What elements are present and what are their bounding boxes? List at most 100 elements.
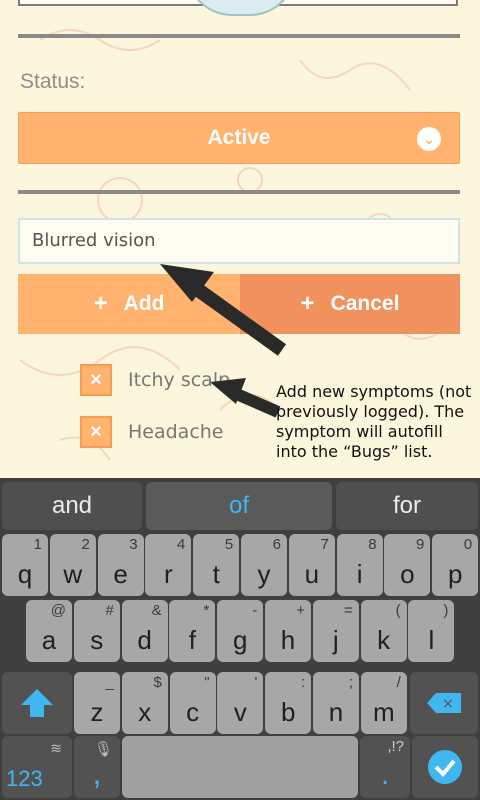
key-w[interactable]: 2w: [49, 534, 96, 596]
key-b[interactable]: :b: [265, 672, 312, 734]
key-label: v: [233, 697, 247, 727]
checkbox[interactable]: ×: [80, 364, 112, 396]
key-f[interactable]: * f: [169, 600, 216, 662]
key-u[interactable]: 7u: [288, 534, 335, 596]
key-n[interactable]: ; n: [313, 672, 359, 734]
status-dropdown[interactable]: Active ⌄: [18, 112, 460, 164]
key-alt-label: ': [254, 674, 258, 691]
key-alt-label: 7: [320, 536, 329, 553]
key-m[interactable]: / m: [360, 672, 407, 734]
key-label: p: [447, 559, 463, 589]
key-alt-label: 5: [224, 536, 234, 553]
key-y[interactable]: 6y: [241, 534, 287, 596]
key-j[interactable]: = j: [312, 600, 359, 662]
key-v[interactable]: ' v: [217, 672, 264, 734]
key-label: k: [377, 625, 391, 655]
space-key[interactable]: [122, 736, 358, 798]
key-label: r: [164, 559, 173, 589]
key-alt-label: 0: [463, 536, 473, 553]
key-alt-label: &: [151, 602, 162, 619]
key-z[interactable]: _ z: [74, 672, 120, 734]
key-label: q: [17, 559, 33, 589]
key-label: l: [428, 625, 435, 655]
key-p[interactable]: 0p: [432, 534, 479, 596]
key-i[interactable]: 8i: [336, 534, 383, 596]
key-alt-label: 8: [368, 536, 377, 553]
key-q[interactable]: 1q: [2, 534, 48, 596]
period-key-label: .: [380, 758, 390, 791]
key-alt-label: 3: [129, 536, 138, 553]
enter-key[interactable]: [412, 736, 478, 798]
key-label: n: [328, 697, 344, 727]
key-s[interactable]: # s: [73, 600, 120, 662]
key-alt-label: +: [296, 602, 305, 619]
key-c[interactable]: " c: [169, 672, 216, 734]
plus-icon: +: [93, 290, 108, 317]
key-label: s: [90, 625, 104, 655]
key-alt-label: 4: [177, 536, 186, 553]
key-label: y: [257, 559, 271, 589]
key-label: a: [41, 625, 57, 655]
key-label: d: [137, 625, 152, 655]
symptom-input[interactable]: Blurred vision: [18, 218, 460, 264]
symptom-label: Itchy scalp: [128, 369, 231, 391]
numbers-key-label: 123: [6, 766, 43, 791]
symptom-item[interactable]: × Headache: [80, 416, 224, 448]
key-x[interactable]: $ x: [121, 672, 168, 734]
add-button[interactable]: + Add: [18, 274, 240, 334]
key-alt-label: ): [443, 602, 449, 619]
key-k[interactable]: (k: [360, 600, 407, 662]
status-selected-value: Active: [207, 126, 271, 149]
key-h[interactable]: + h: [265, 600, 311, 662]
key-label: b: [280, 697, 296, 727]
suggestion-2[interactable]: of: [146, 482, 332, 530]
key-label: u: [304, 559, 320, 589]
backspace-icon: ×: [427, 693, 461, 713]
key-label: x: [138, 697, 152, 727]
symptom-item[interactable]: × Itchy scalp: [80, 364, 230, 396]
key-label: z: [90, 697, 104, 727]
key-label: t: [212, 559, 220, 589]
key-label: g: [232, 625, 248, 655]
key-alt-label: 6: [272, 536, 281, 553]
key-alt-label: 1: [33, 536, 42, 553]
key-alt-label: /: [396, 674, 401, 691]
checkbox[interactable]: ×: [80, 416, 112, 448]
add-button-label: Add: [123, 292, 165, 315]
key-alt-label: :: [301, 674, 306, 691]
key-t[interactable]: 5t: [193, 534, 240, 596]
key-e[interactable]: 3e: [97, 534, 144, 596]
numbers-key[interactable]: ≋ 123: [2, 736, 72, 798]
status-label: Status:: [20, 70, 86, 93]
key-alt-label: 2: [81, 536, 90, 553]
annotation-note: Add new symptoms (not previously logged)…: [276, 382, 472, 461]
key-label: w: [63, 559, 83, 589]
swype-logo-icon: ≋: [50, 740, 62, 756]
backspace-key[interactable]: ×: [410, 672, 478, 734]
cancel-button[interactable]: + Cancel: [240, 274, 460, 334]
key-label: i: [356, 559, 363, 589]
key-g[interactable]: -g: [217, 600, 264, 662]
shift-key[interactable]: [2, 672, 72, 734]
key-label: e: [113, 559, 128, 589]
key-a[interactable]: @ a: [26, 600, 72, 662]
period-key[interactable]: ,!? .: [360, 736, 410, 798]
plus-icon: +: [300, 290, 315, 317]
key-label: f: [188, 625, 196, 655]
key-r[interactable]: 4r: [145, 534, 192, 596]
key-d[interactable]: & d: [121, 600, 168, 662]
symptom-label: Headache: [128, 421, 224, 443]
key-alt-label: #: [105, 602, 114, 619]
key-o[interactable]: 9o: [384, 534, 431, 596]
suggestion-3[interactable]: for: [336, 482, 478, 530]
key-alt-label: *: [203, 602, 210, 619]
shift-arrow-icon: [21, 689, 53, 717]
key-alt-label: 9: [416, 536, 425, 553]
key-l[interactable]: ) l: [408, 600, 455, 662]
chevron-down-icon: ⌄: [417, 127, 441, 151]
comma-key[interactable]: 🎙 ,: [74, 736, 120, 798]
divider: [18, 190, 460, 194]
key-alt-label: ;: [348, 674, 353, 691]
divider: [18, 34, 460, 38]
suggestion-1[interactable]: and: [2, 482, 142, 530]
